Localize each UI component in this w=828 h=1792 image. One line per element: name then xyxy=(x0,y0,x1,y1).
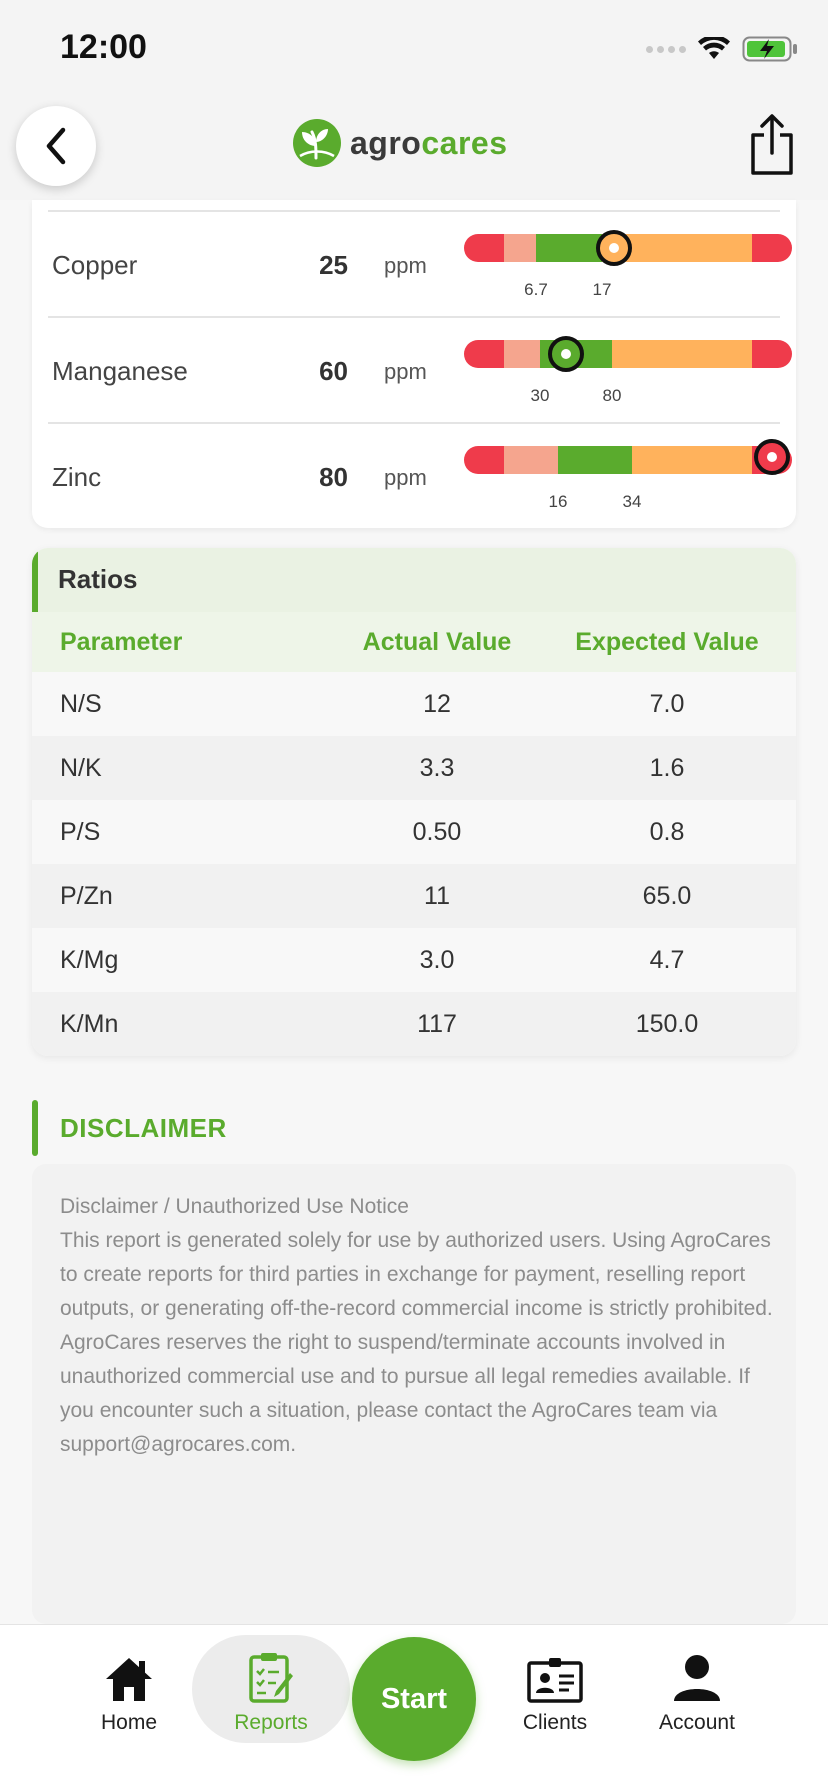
clients-id-card-icon xyxy=(527,1658,583,1703)
disclaimer-body: This report is generated solely for use … xyxy=(60,1229,773,1456)
ratio-parameter: N/K xyxy=(60,754,102,782)
range-tick-high: 80 xyxy=(602,386,622,405)
range-bar xyxy=(464,446,792,474)
report-clipboard-icon xyxy=(249,1653,293,1703)
ratio-expected: 1.6 xyxy=(649,754,685,782)
ratio-expected: 7.0 xyxy=(649,690,685,718)
nav-item-reports[interactable]: Reports xyxy=(206,1651,336,1741)
nutrient-value: 25 xyxy=(319,250,348,280)
nutrient-row-zinc: Zinc 80 ppm 16 34 xyxy=(48,422,792,528)
ratio-expected: 150.0 xyxy=(635,1010,699,1038)
range-tick-low: 30 xyxy=(530,386,550,405)
share-button[interactable] xyxy=(744,110,800,180)
ratio-actual: 3.3 xyxy=(419,754,455,782)
ratios-title: Ratios xyxy=(58,564,138,594)
ratio-actual: 117 xyxy=(417,1010,457,1038)
header-expected-value: Expected Value xyxy=(575,628,759,656)
table-row: P/Zn 11 65.0 xyxy=(32,864,796,928)
ratio-actual: 3.0 xyxy=(419,946,455,974)
nav-item-clients[interactable]: Clients xyxy=(490,1651,620,1741)
ratio-expected: 4.7 xyxy=(649,946,685,974)
wifi-icon xyxy=(698,37,730,59)
nutrient-row-manganese: Manganese 60 ppm 30 80 xyxy=(48,316,792,422)
ratios-table-header: Parameter Actual Value Expected Value xyxy=(32,612,796,672)
ratio-parameter: N/S xyxy=(60,690,102,718)
back-button[interactable] xyxy=(16,106,96,186)
disclaimer-text: Disclaimer / Unauthorized Use Notice Thi… xyxy=(60,1190,780,1462)
micronutrient-card: Copper 25 ppm 6.7 17 Manganese 60 ppm 30… xyxy=(32,200,796,528)
nav-item-home[interactable]: Home xyxy=(64,1651,194,1741)
battery-charging-icon xyxy=(742,36,797,62)
ratio-parameter: P/S xyxy=(60,818,101,846)
logo-text: agrocares xyxy=(350,125,507,162)
nutrient-name: Zinc xyxy=(52,462,102,492)
ratios-title-bar: Ratios xyxy=(32,548,796,612)
ratio-expected: 0.8 xyxy=(649,818,685,846)
ratio-actual: 11 xyxy=(424,882,450,910)
ratios-card: Ratios Parameter Actual Value Expected V… xyxy=(32,548,796,1056)
ratio-actual: 0.50 xyxy=(412,818,462,846)
disclaimer-subtitle: Disclaimer / Unauthorized Use Notice xyxy=(60,1195,409,1218)
value-marker xyxy=(596,230,632,266)
status-icons xyxy=(646,34,798,64)
logo-text-agro: agro xyxy=(350,124,422,161)
table-row: N/K 3.3 1.6 xyxy=(32,736,796,800)
home-icon xyxy=(106,1658,152,1701)
account-person-icon xyxy=(674,1655,720,1701)
top-header: agrocares xyxy=(0,100,828,200)
ratio-parameter: K/Mn xyxy=(60,1010,119,1038)
ratios-accent-bar xyxy=(32,548,38,612)
nav-label-reports: Reports xyxy=(234,1711,308,1734)
bottom-nav-bar: Home Reports Start Clients Account xyxy=(0,1624,828,1792)
header-actual-value: Actual Value xyxy=(362,628,512,656)
nutrient-row-copper: Copper 25 ppm 6.7 17 xyxy=(48,210,792,316)
nav-label-home: Home xyxy=(100,1711,158,1734)
table-row: N/S 12 7.0 xyxy=(32,672,796,736)
nutrient-value: 60 xyxy=(319,356,348,386)
nutrient-value: 80 xyxy=(319,462,348,492)
nav-label-account: Account xyxy=(659,1711,735,1734)
start-button[interactable]: Start xyxy=(352,1637,476,1761)
disclaimer-accent-bar xyxy=(32,1100,38,1156)
report-detail-screen: 12:00 agrocares Copper 25 ppm 6.7 17 Man… xyxy=(0,0,828,1792)
table-row: P/S 0.50 0.8 xyxy=(32,800,796,864)
range-bar xyxy=(464,340,792,368)
share-icon xyxy=(751,114,793,175)
logo-text-cares: cares xyxy=(421,124,508,161)
ratio-expected: 65.0 xyxy=(642,882,692,910)
table-row: K/Mn 117 150.0 xyxy=(32,992,796,1056)
ratio-parameter: P/Zn xyxy=(60,882,113,910)
ratio-parameter: K/Mg xyxy=(60,946,119,974)
status-bar: 12:00 xyxy=(0,0,828,100)
range-tick-low: 16 xyxy=(548,492,568,511)
value-marker xyxy=(754,439,790,475)
disclaimer-box: Disclaimer / Unauthorized Use Notice Thi… xyxy=(32,1164,796,1624)
ratio-actual: 12 xyxy=(423,690,451,718)
nutrient-unit: ppm xyxy=(384,465,427,490)
leaf-logo-icon xyxy=(293,119,341,167)
disclaimer-heading: DISCLAIMER xyxy=(60,1113,227,1143)
nutrient-unit: ppm xyxy=(384,359,427,384)
chevron-left-icon xyxy=(46,127,66,165)
nutrient-name: Copper xyxy=(52,250,138,280)
status-time: 12:00 xyxy=(60,28,147,66)
nutrient-unit: ppm xyxy=(384,253,427,278)
range-tick-high: 34 xyxy=(622,492,642,511)
agrocares-logo: agrocares xyxy=(292,118,507,168)
nutrient-name: Manganese xyxy=(52,356,188,386)
nav-label-clients: Clients xyxy=(522,1711,588,1734)
range-tick-low: 6.7 xyxy=(524,280,548,299)
value-marker xyxy=(548,336,584,372)
nav-item-account[interactable]: Account xyxy=(632,1651,762,1741)
cellular-signal-icon xyxy=(646,45,686,53)
range-tick-high: 17 xyxy=(592,280,612,299)
header-parameter: Parameter xyxy=(60,628,183,656)
table-row: K/Mg 3.0 4.7 xyxy=(32,928,796,992)
